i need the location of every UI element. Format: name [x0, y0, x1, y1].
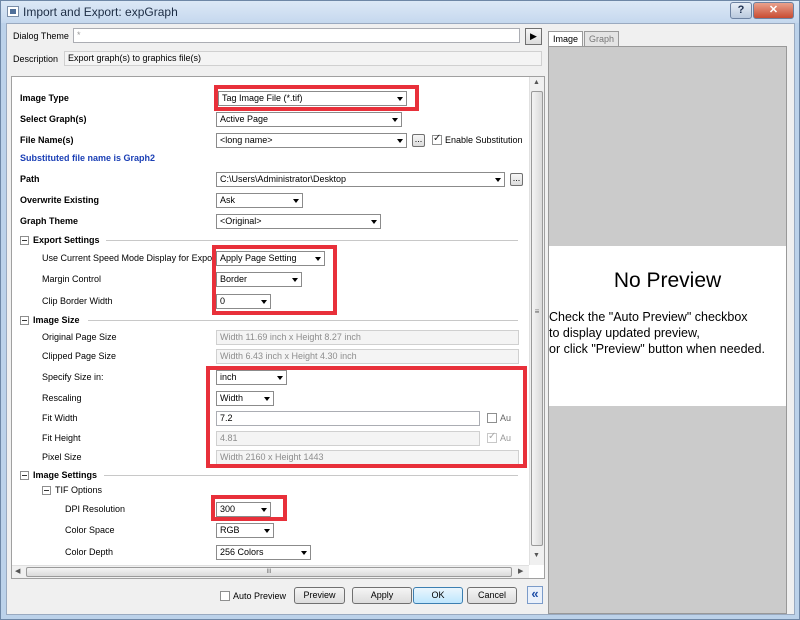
description-text: Export graph(s) to graphics file(s)	[64, 51, 542, 66]
highlight-box	[206, 366, 527, 468]
substituted-note: Substituted file name is Graph2	[20, 153, 156, 163]
theme-menu-arrow-button[interactable]: ▶	[525, 28, 542, 45]
file-names-input[interactable]: <long name>	[216, 133, 407, 148]
tab-graph[interactable]: Graph	[584, 31, 620, 46]
dialog-theme-label: Dialog Theme	[13, 31, 69, 41]
chevron-down-icon	[397, 139, 403, 143]
tab-image[interactable]: Image	[548, 31, 584, 46]
graph-theme-select[interactable]: <Original>	[216, 214, 381, 229]
file-names-value: <long name>	[220, 135, 273, 145]
collapse-icon[interactable]	[20, 316, 29, 325]
scroll-up-icon[interactable]: ▲	[533, 79, 540, 86]
margin-control-label: Margin Control	[42, 274, 102, 284]
no-preview-panel: No Preview Check the "Auto Preview" chec…	[549, 246, 786, 406]
chevron-down-icon	[371, 220, 377, 224]
hscroll-thumb[interactable]: III	[26, 567, 512, 577]
overwrite-select[interactable]: Ask	[216, 193, 303, 208]
color-depth-value: 256 Colors	[220, 547, 264, 557]
highlight-box	[214, 85, 419, 111]
color-depth-select[interactable]: 256 Colors	[216, 545, 311, 560]
chevron-down-icon	[392, 118, 398, 122]
color-space-value: RGB	[220, 525, 240, 535]
horizontal-scrollbar[interactable]: ◀ III ▶	[12, 565, 529, 578]
scroll-left-icon[interactable]: ◀	[15, 567, 20, 575]
original-size-label: Original Page Size	[42, 332, 117, 342]
scroll-down-icon[interactable]: ▼	[533, 552, 540, 559]
ok-button[interactable]: OK	[413, 587, 463, 604]
chevron-down-icon	[301, 551, 307, 555]
chevron-down-icon	[293, 199, 299, 203]
image-size-title: Image Size	[33, 315, 80, 325]
group-divider	[106, 240, 518, 241]
clipped-size-field: Width 6.43 inch x Height 4.30 inch	[216, 349, 519, 364]
file-names-label: File Name(s)	[20, 135, 74, 145]
graph-theme-value: <Original>	[220, 216, 262, 226]
specify-size-label: Specify Size in:	[42, 372, 104, 382]
clip-border-label: Clip Border Width	[42, 296, 113, 306]
enable-substitution-label: Enable Substitution	[445, 135, 523, 145]
vertical-scrollbar[interactable]: ▲ ≡ ▼	[529, 77, 544, 565]
highlight-box	[211, 495, 287, 521]
settings-panel: Image Type Tag Image File (*.tif) Select…	[11, 76, 545, 579]
dialog-theme-input[interactable]: *	[73, 28, 520, 43]
fit-height-label: Fit Height	[42, 433, 81, 443]
preview-hint-3: or click "Preview" button when needed.	[549, 342, 765, 356]
file-names-browse-button[interactable]: ...	[412, 134, 425, 147]
group-divider	[88, 320, 518, 321]
cancel-button[interactable]: Cancel	[467, 587, 517, 604]
preview-hint-1: Check the "Auto Preview" checkbox	[549, 310, 748, 324]
scroll-thumb[interactable]: ≡	[531, 91, 543, 546]
description-label: Description	[13, 54, 59, 64]
fit-width-label: Fit Width	[42, 413, 78, 423]
speed-mode-label: Use Current Speed Mode Display for Expor	[42, 253, 216, 263]
preview-area: No Preview Check the "Auto Preview" chec…	[548, 46, 787, 614]
overwrite-label: Overwrite Existing	[20, 195, 100, 205]
dialog-client: Dialog Theme * ▶ Description Export grap…	[6, 23, 795, 615]
original-size-field: Width 11.69 inch x Height 8.27 inch	[216, 330, 519, 345]
overwrite-value: Ask	[220, 195, 236, 205]
rescaling-label: Rescaling	[42, 393, 82, 403]
pixel-size-label: Pixel Size	[42, 452, 82, 462]
auto-preview-checkbox[interactable]	[220, 591, 230, 601]
graph-theme-label: Graph Theme	[20, 216, 79, 226]
preview-button[interactable]: Preview	[294, 587, 345, 604]
group-divider	[104, 475, 518, 476]
dialog-window: Import and Export: expGraph ? ✕ Dialog T…	[0, 0, 800, 620]
color-depth-label: Color Depth	[65, 547, 114, 557]
close-button[interactable]: ✕	[753, 2, 794, 19]
no-preview-title: No Preview	[613, 269, 722, 292]
title-bar: Import and Export: expGraph ? ✕	[1, 1, 799, 23]
collapse-icon[interactable]	[20, 236, 29, 245]
preview-hint-2: to display updated preview,	[549, 326, 700, 340]
chevron-down-icon	[495, 178, 501, 182]
path-input[interactable]: C:\Users\Administrator\Desktop	[216, 172, 505, 187]
path-label: Path	[20, 174, 40, 184]
window-title: Import and Export: expGraph	[23, 5, 178, 19]
tif-options-title: TIF Options	[55, 485, 103, 495]
image-type-label: Image Type	[20, 93, 69, 103]
app-icon	[7, 6, 19, 17]
export-settings-title: Export Settings	[33, 235, 100, 245]
auto-preview-label: Auto Preview	[233, 591, 287, 601]
color-space-select[interactable]: RGB	[216, 523, 274, 538]
select-graphs-select[interactable]: Active Page	[216, 112, 402, 127]
color-space-label: Color Space	[65, 525, 115, 535]
path-value: C:\Users\Administrator\Desktop	[220, 174, 347, 184]
enable-substitution-checkbox[interactable]	[432, 133, 442, 145]
select-graphs-label: Select Graph(s)	[20, 114, 87, 124]
select-graphs-value: Active Page	[220, 114, 269, 124]
clipped-size-label: Clipped Page Size	[42, 351, 117, 361]
dpi-label: DPI Resolution	[65, 504, 126, 514]
apply-button[interactable]: Apply	[352, 587, 412, 604]
collapse-preview-button[interactable]: «	[527, 586, 543, 604]
collapse-icon[interactable]	[20, 471, 29, 480]
collapse-icon[interactable]	[42, 486, 51, 495]
path-browse-button[interactable]: ...	[510, 173, 523, 186]
image-settings-title: Image Settings	[33, 470, 98, 480]
help-button[interactable]: ?	[730, 2, 752, 19]
highlight-box	[212, 245, 337, 315]
scroll-right-icon[interactable]: ▶	[518, 567, 523, 575]
chevron-down-icon	[264, 529, 270, 533]
